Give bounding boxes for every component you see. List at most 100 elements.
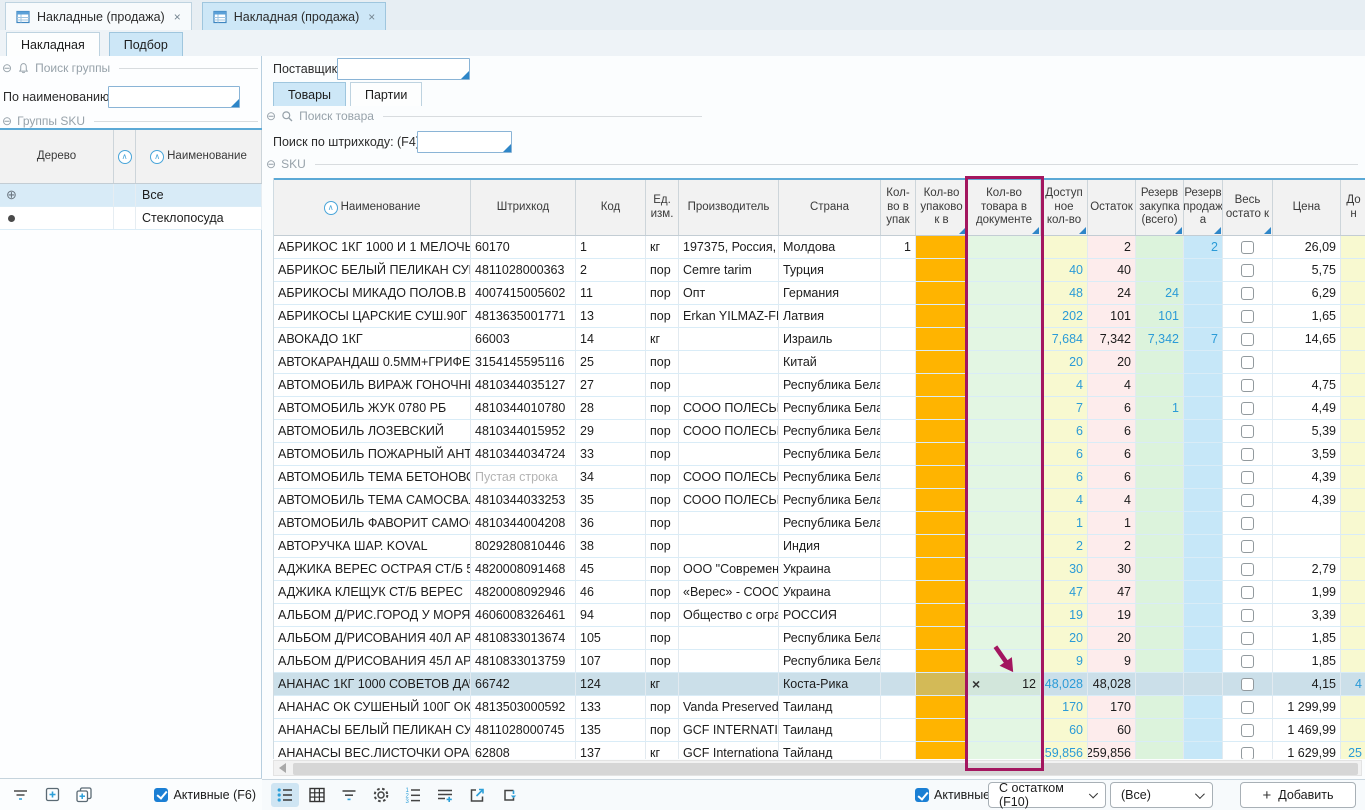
- cell-unit[interactable]: пор: [646, 489, 679, 511]
- cell-available[interactable]: [1041, 236, 1088, 258]
- cell-extra[interactable]: [1341, 351, 1365, 373]
- cell-qty_doc[interactable]: ×12: [968, 673, 1041, 695]
- cell-qty_doc[interactable]: [968, 489, 1041, 511]
- cell-qty_pack[interactable]: [881, 719, 916, 741]
- whole-remainder-checkbox[interactable]: [1241, 747, 1254, 760]
- cell-extra[interactable]: [1341, 604, 1365, 626]
- cell-available[interactable]: 20: [1041, 627, 1088, 649]
- table-row[interactable]: АБРИКОС 1КГ 1000 И 1 МЕЛОЧЬ601701кг19737…: [274, 236, 1365, 259]
- cell-packs[interactable]: [916, 305, 968, 327]
- cell-unit[interactable]: кг: [646, 742, 679, 759]
- cell-barcode[interactable]: 4820008092946: [471, 581, 576, 603]
- column-header-manufacturer[interactable]: Производитель: [679, 180, 779, 235]
- cell-code[interactable]: 135: [576, 719, 646, 741]
- cell-name[interactable]: АВТОМОБИЛЬ ВИРАЖ ГОНОЧНЫЙ: [274, 374, 471, 396]
- cell-whole[interactable]: [1223, 259, 1273, 281]
- column-header-packs[interactable]: Кол-во упаково к в: [916, 180, 968, 235]
- supplier-input[interactable]: [337, 58, 470, 80]
- cell-res_purchase[interactable]: 7,342: [1136, 328, 1184, 350]
- cell-name[interactable]: АЛЬБОМ Д/РИСОВАНИЯ 40Л АРТ.С: [274, 627, 471, 649]
- cell-extra[interactable]: [1341, 489, 1365, 511]
- add-item-icon[interactable]: [38, 783, 66, 807]
- cell-whole[interactable]: [1223, 351, 1273, 373]
- cell-manufacturer[interactable]: [679, 328, 779, 350]
- cell-stock[interactable]: 4: [1088, 489, 1136, 511]
- cell-available[interactable]: 9: [1041, 650, 1088, 672]
- cell-whole[interactable]: [1223, 466, 1273, 488]
- table-row[interactable]: АЛЬБОМ Д/РИСОВАНИЯ 45Л АРТ.С481083301375…: [274, 650, 1365, 673]
- cell-code[interactable]: 124: [576, 673, 646, 695]
- cell-extra[interactable]: [1341, 558, 1365, 580]
- cell-name[interactable]: АВОКАДО 1КГ: [274, 328, 471, 350]
- cell-barcode[interactable]: Пустая строка: [471, 466, 576, 488]
- cell-barcode[interactable]: 4810344015952: [471, 420, 576, 442]
- cell-code[interactable]: 25: [576, 351, 646, 373]
- cell-extra[interactable]: [1341, 420, 1365, 442]
- cell-manufacturer[interactable]: Общество с огран: [679, 604, 779, 626]
- all-filter-dropdown[interactable]: (Все): [1110, 782, 1213, 808]
- cell-packs[interactable]: [916, 282, 968, 304]
- cell-code[interactable]: 107: [576, 650, 646, 672]
- cell-qty_doc[interactable]: [968, 650, 1041, 672]
- cell-name[interactable]: АБРИКОС 1КГ 1000 И 1 МЕЛОЧЬ: [274, 236, 471, 258]
- cell-res_sale[interactable]: [1184, 489, 1223, 511]
- cell-code[interactable]: 11: [576, 282, 646, 304]
- cell-res_purchase[interactable]: [1136, 604, 1184, 626]
- whole-remainder-checkbox[interactable]: [1241, 632, 1254, 645]
- cell-extra[interactable]: [1341, 512, 1365, 534]
- table-row[interactable]: АВТОМОБИЛЬ ЖУК 0780 РБ481034401078028пор…: [274, 397, 1365, 420]
- whole-remainder-checkbox[interactable]: [1241, 287, 1254, 300]
- tree-sort-icon-cell[interactable]: ∧: [114, 130, 136, 183]
- cell-res_purchase[interactable]: 101: [1136, 305, 1184, 327]
- cell-code[interactable]: 29: [576, 420, 646, 442]
- cell-qty_pack[interactable]: [881, 305, 916, 327]
- cell-code[interactable]: 33: [576, 443, 646, 465]
- cell-qty_pack[interactable]: [881, 282, 916, 304]
- cell-packs[interactable]: [916, 650, 968, 672]
- cell-res_purchase[interactable]: [1136, 420, 1184, 442]
- whole-remainder-checkbox[interactable]: [1241, 333, 1254, 346]
- cell-stock[interactable]: 101: [1088, 305, 1136, 327]
- cell-qty_pack[interactable]: [881, 581, 916, 603]
- cell-barcode[interactable]: 4810344004208: [471, 512, 576, 534]
- cell-extra[interactable]: [1341, 719, 1365, 741]
- cell-qty_doc[interactable]: [968, 719, 1041, 741]
- cell-name[interactable]: АВТОКАРАНДАШ 0.5ММ+ГРИФЕЛЬ: [274, 351, 471, 373]
- cell-extra[interactable]: [1341, 627, 1365, 649]
- cell-available[interactable]: 47: [1041, 581, 1088, 603]
- cell-whole[interactable]: [1223, 282, 1273, 304]
- column-header-qty_pack[interactable]: Кол-во в упак: [881, 180, 916, 235]
- cell-manufacturer[interactable]: [679, 535, 779, 557]
- whole-remainder-checkbox[interactable]: [1241, 540, 1254, 553]
- cell-qty_pack[interactable]: [881, 512, 916, 534]
- cell-name[interactable]: АНАНАС 1КГ 1000 СОВЕТОВ ДАЧНИ: [274, 673, 471, 695]
- cell-name[interactable]: АВТОМОБИЛЬ ФАВОРИТ САМОСВА: [274, 512, 471, 534]
- cell-stock[interactable]: 20: [1088, 351, 1136, 373]
- cell-stock[interactable]: 6: [1088, 443, 1136, 465]
- cell-code[interactable]: 137: [576, 742, 646, 759]
- close-icon[interactable]: ×: [174, 10, 181, 24]
- cell-name[interactable]: АВТОРУЧКА ШАР. KOVAL: [274, 535, 471, 557]
- cell-barcode[interactable]: 4811028000363: [471, 259, 576, 281]
- cell-packs[interactable]: [916, 374, 968, 396]
- tree-expand-cell[interactable]: ⊕: [0, 184, 114, 206]
- cell-qty_pack[interactable]: [881, 742, 916, 759]
- cell-qty_doc[interactable]: [968, 236, 1041, 258]
- cell-qty_pack[interactable]: 1: [881, 236, 916, 258]
- cell-packs[interactable]: [916, 558, 968, 580]
- cell-price[interactable]: 4,15: [1273, 673, 1341, 695]
- cell-whole[interactable]: [1223, 489, 1273, 511]
- cell-extra[interactable]: 25: [1341, 742, 1365, 759]
- cell-code[interactable]: 46: [576, 581, 646, 603]
- cell-country[interactable]: Турция: [779, 259, 881, 281]
- cell-packs[interactable]: [916, 351, 968, 373]
- cell-qty_pack[interactable]: [881, 443, 916, 465]
- cell-res_sale[interactable]: [1184, 466, 1223, 488]
- cell-qty_doc[interactable]: [968, 259, 1041, 281]
- whole-remainder-checkbox[interactable]: [1241, 356, 1254, 369]
- cell-name[interactable]: АВТОМОБИЛЬ ТЕМА БЕТОНОВОЗ 3: [274, 466, 471, 488]
- list-view-button[interactable]: [271, 783, 299, 807]
- cell-barcode[interactable]: 4813503000592: [471, 696, 576, 718]
- cell-price[interactable]: 1,85: [1273, 627, 1341, 649]
- cell-qty_doc[interactable]: [968, 535, 1041, 557]
